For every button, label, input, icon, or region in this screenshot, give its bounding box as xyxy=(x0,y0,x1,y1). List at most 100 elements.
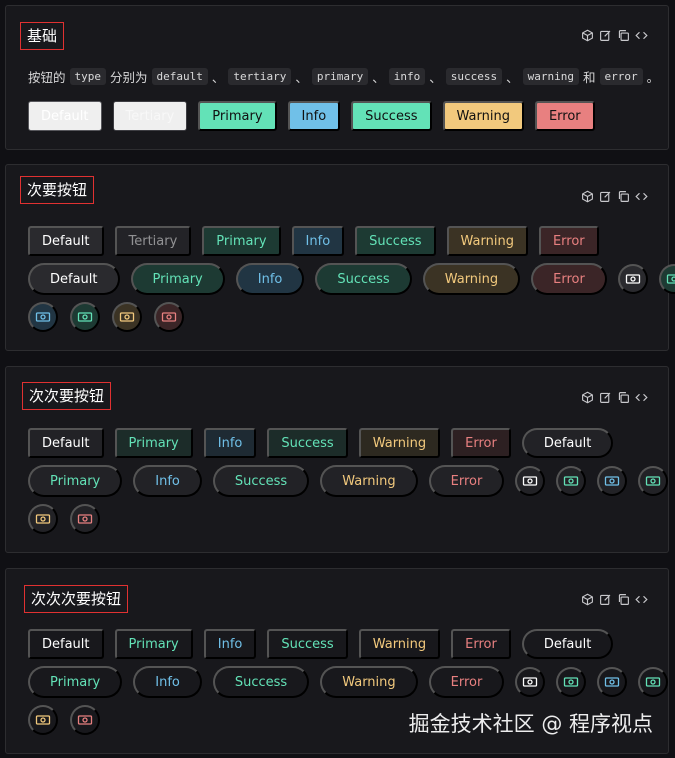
cash-icon xyxy=(564,677,579,687)
cube-icon[interactable] xyxy=(581,593,594,606)
success-button[interactable]: Success xyxy=(355,226,436,256)
round-info-button[interactable]: Info xyxy=(133,465,202,497)
code-icon[interactable] xyxy=(635,29,648,42)
warning-button[interactable]: Warning xyxy=(358,428,441,458)
edit-icon[interactable] xyxy=(599,190,612,203)
default-button[interactable]: Default xyxy=(28,629,104,659)
copy-icon[interactable] xyxy=(617,29,630,42)
round-default-button[interactable]: Default xyxy=(521,629,614,659)
cash-icon xyxy=(605,476,620,486)
circle-primary-icon-button[interactable] xyxy=(556,667,587,697)
copy-icon[interactable] xyxy=(617,190,630,203)
edit-icon[interactable] xyxy=(599,593,612,606)
cube-icon[interactable] xyxy=(581,29,594,42)
primary-button[interactable]: Primary xyxy=(198,101,277,131)
round-error-button[interactable]: Error xyxy=(428,666,505,698)
code-primary: primary xyxy=(311,68,369,85)
circle-success-icon-button[interactable] xyxy=(70,302,100,332)
round-primary-button[interactable]: Primary xyxy=(130,263,225,295)
round-success-button[interactable]: Success xyxy=(315,263,412,295)
circle-success-icon-button[interactable] xyxy=(638,466,669,496)
card-title: 次次次要按钮 xyxy=(24,585,129,613)
round-error-button[interactable]: Error xyxy=(428,465,505,497)
secondary-button-row: Default Tertiary Primary Info Success Wa… xyxy=(28,226,599,256)
info-button[interactable]: Info xyxy=(287,101,341,131)
success-button[interactable]: Success xyxy=(267,428,348,458)
round-default-button[interactable]: Default xyxy=(28,263,120,295)
round-warning-button[interactable]: Warning xyxy=(320,465,418,497)
circle-error-icon-button[interactable] xyxy=(70,504,100,534)
cash-icon xyxy=(646,677,661,687)
info-button[interactable]: Info xyxy=(203,428,257,458)
error-button[interactable]: Error xyxy=(538,226,599,256)
info-button[interactable]: Info xyxy=(291,226,345,256)
round-error-button[interactable]: Error xyxy=(531,263,607,295)
circle-default-icon-button[interactable] xyxy=(617,264,648,294)
success-button[interactable]: Success xyxy=(351,101,432,131)
separator: 、 xyxy=(429,70,442,85)
edit-icon[interactable] xyxy=(599,29,612,42)
code-icon[interactable] xyxy=(635,391,648,404)
round-success-button[interactable]: Success xyxy=(212,666,310,698)
circle-default-icon-button[interactable] xyxy=(515,466,546,496)
circle-warning-icon-button[interactable] xyxy=(28,705,58,735)
round-default-button[interactable]: Default xyxy=(521,428,614,458)
round-info-button[interactable]: Info xyxy=(235,263,305,295)
cash-icon xyxy=(35,715,51,725)
round-success-button[interactable]: Success xyxy=(212,465,310,497)
cash-icon xyxy=(77,312,93,322)
code-icon[interactable] xyxy=(635,190,648,203)
circle-primary-icon-button[interactable] xyxy=(556,466,587,496)
card-title: 次次要按钮 xyxy=(22,382,112,410)
code-warning: warning xyxy=(522,68,580,85)
round-primary-button[interactable]: Primary xyxy=(28,465,123,497)
circle-info-icon-button[interactable] xyxy=(597,667,628,697)
secondary-circle-row xyxy=(28,302,184,332)
circle-warning-icon-button[interactable] xyxy=(112,302,142,332)
info-button[interactable]: Info xyxy=(203,629,257,659)
warning-button[interactable]: Warning xyxy=(358,629,441,659)
basic-button-row: Default Tertiary Primary Info Success Wa… xyxy=(28,101,595,131)
round-warning-button[interactable]: Warning xyxy=(422,263,521,295)
card-title: 基础 xyxy=(20,22,65,50)
quaternary-round-row: Primary Info Success Warning Error xyxy=(28,666,669,698)
tertiary-button[interactable]: Tertiary xyxy=(112,101,188,131)
cash-icon xyxy=(77,514,93,524)
default-button[interactable]: Default xyxy=(28,226,104,256)
tertiary-button[interactable]: Tertiary xyxy=(114,226,192,256)
circle-success-icon-button[interactable] xyxy=(638,667,669,697)
edit-icon[interactable] xyxy=(599,391,612,404)
circle-warning-icon-button[interactable] xyxy=(28,504,58,534)
primary-button[interactable]: Primary xyxy=(114,629,193,659)
primary-button[interactable]: Primary xyxy=(202,226,281,256)
separator: 、 xyxy=(506,70,519,85)
default-button[interactable]: Default xyxy=(28,428,104,458)
code-icon[interactable] xyxy=(635,593,648,606)
warning-button[interactable]: Warning xyxy=(442,101,524,131)
separator: 、 xyxy=(295,70,308,85)
code-error: error xyxy=(599,68,643,85)
circle-error-icon-button[interactable] xyxy=(70,705,100,735)
circle-info-icon-button[interactable] xyxy=(28,302,58,332)
round-primary-button[interactable]: Primary xyxy=(28,666,123,698)
error-button[interactable]: Error xyxy=(534,101,595,131)
copy-icon[interactable] xyxy=(617,391,630,404)
circle-primary-icon-button[interactable] xyxy=(658,264,675,294)
primary-button[interactable]: Primary xyxy=(114,428,193,458)
circle-info-icon-button[interactable] xyxy=(597,466,628,496)
error-button[interactable]: Error xyxy=(451,629,511,659)
default-button[interactable]: Default xyxy=(28,101,102,131)
error-button[interactable]: Error xyxy=(451,428,511,458)
tertiary-round-row: Primary Info Success Warning Error xyxy=(28,465,669,497)
success-button[interactable]: Success xyxy=(267,629,348,659)
cube-icon[interactable] xyxy=(581,391,594,404)
cash-icon xyxy=(77,715,93,725)
circle-error-icon-button[interactable] xyxy=(154,302,184,332)
warning-button[interactable]: Warning xyxy=(446,226,528,256)
copy-icon[interactable] xyxy=(617,593,630,606)
round-warning-button[interactable]: Warning xyxy=(320,666,418,698)
circle-default-icon-button[interactable] xyxy=(515,667,546,697)
desc-text: 和 xyxy=(583,70,596,85)
round-info-button[interactable]: Info xyxy=(133,666,202,698)
cube-icon[interactable] xyxy=(581,190,594,203)
